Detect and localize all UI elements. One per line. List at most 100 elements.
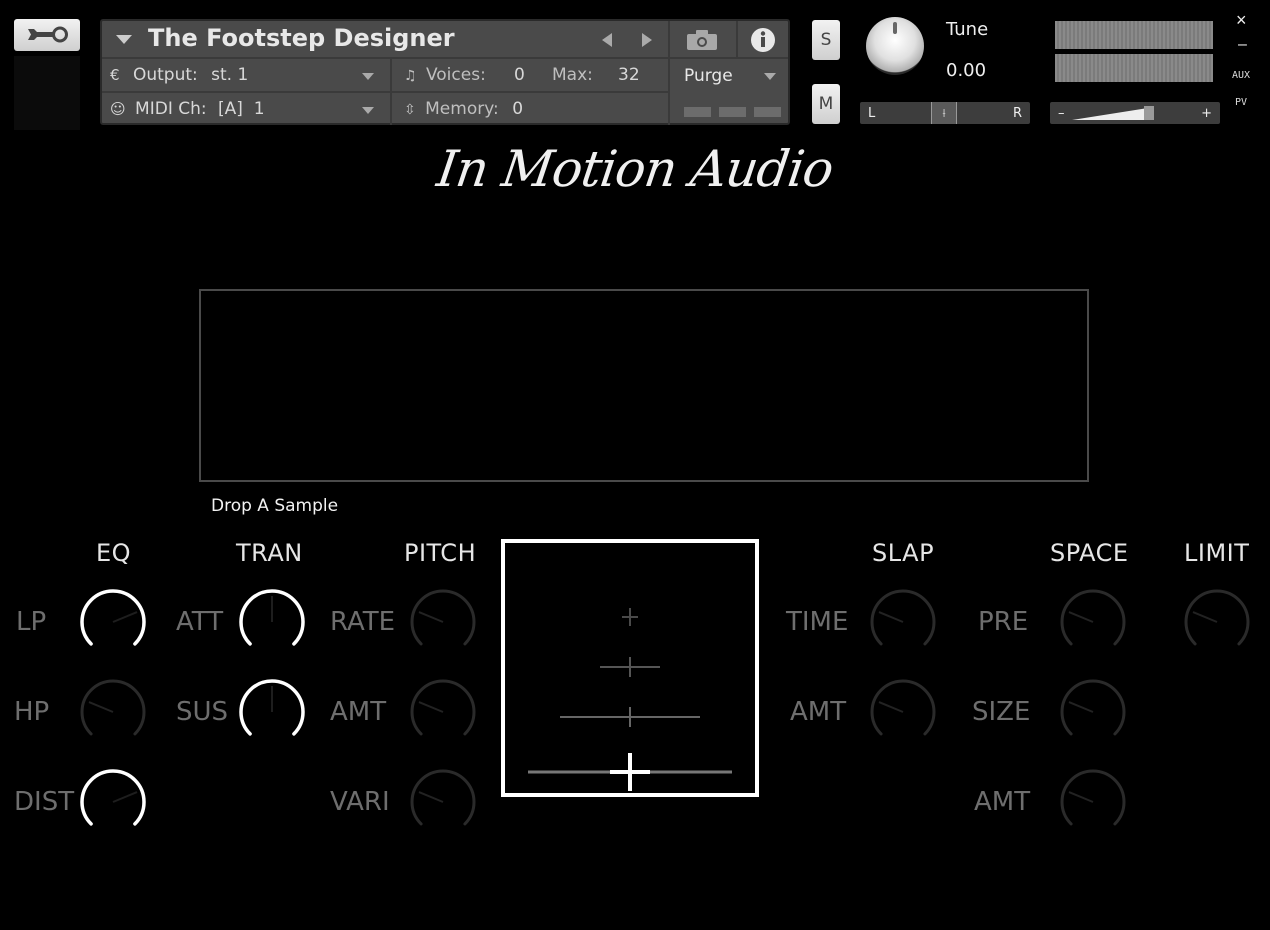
pv-button[interactable]: PV: [1235, 97, 1247, 108]
purge-menu[interactable]: Purge: [684, 66, 733, 86]
knob-arc: [1060, 769, 1126, 826]
knob-label-eq-lp: LP: [16, 607, 47, 637]
slap-time-knob[interactable]: [869, 588, 937, 656]
pitch-vari-knob[interactable]: [409, 768, 477, 836]
knob-label-space-amt: AMT: [974, 787, 1031, 817]
cpu-meter-segment: [684, 107, 711, 117]
knob-label-eq-hp: HP: [14, 697, 50, 727]
volume-plus-label: +: [1201, 105, 1212, 121]
volume-slider[interactable]: – +: [1050, 102, 1220, 124]
voices-value: 0: [514, 65, 525, 85]
knob-arc: [870, 679, 936, 736]
eq-hp-knob[interactable]: [79, 678, 147, 746]
midi-dropdown-icon[interactable]: [362, 107, 374, 114]
tune-knob[interactable]: [866, 17, 924, 75]
knob-pointer: [1068, 611, 1094, 623]
knob-pointer: [418, 701, 444, 713]
cpu-meter: [684, 107, 784, 117]
xy-pad-graphic: [528, 608, 732, 791]
instrument-name[interactable]: The Footstep Designer: [148, 24, 455, 52]
purge-dropdown-icon[interactable]: [764, 73, 776, 80]
xy-pad[interactable]: [501, 539, 759, 797]
max-voices-value[interactable]: 32: [618, 65, 640, 85]
midi-icon: ☺: [110, 100, 126, 118]
eq-dist-knob[interactable]: [79, 768, 147, 836]
brand-logo: In Motion Audio: [433, 140, 837, 198]
knob-arc: [410, 679, 476, 736]
knob-label-space-size: SIZE: [972, 697, 1031, 727]
close-button[interactable]: ×: [1236, 10, 1247, 31]
space-size-knob[interactable]: [1059, 678, 1127, 746]
level-meter-right: [1055, 54, 1213, 82]
knob-pointer: [1068, 701, 1094, 713]
prev-instrument-icon[interactable]: [602, 33, 612, 47]
knob-arc: [410, 769, 476, 826]
divider: [736, 21, 738, 57]
knob-arc: [1060, 589, 1126, 646]
divider: [668, 21, 670, 125]
next-instrument-icon[interactable]: [642, 33, 652, 47]
tune-label: Tune: [946, 19, 989, 40]
knob-label-tran-att: ATT: [176, 607, 224, 637]
section-title-limit: LIMIT: [1184, 539, 1250, 567]
eq-lp-knob[interactable]: [79, 588, 147, 656]
info-icon[interactable]: [750, 27, 776, 53]
knob-pointer: [418, 791, 444, 803]
knob-label-pitch-amt: AMT: [330, 697, 387, 727]
knob-pointer: [88, 701, 114, 713]
midi-value: [A] 1: [218, 99, 265, 119]
section-title-pitch: PITCH: [404, 539, 477, 567]
section-title-space: SPACE: [1050, 539, 1129, 567]
voices-label: Voices:: [425, 65, 486, 85]
section-title-slap: SLAP: [872, 539, 935, 567]
aux-button[interactable]: AUX: [1232, 70, 1250, 81]
mute-button[interactable]: M: [812, 84, 840, 124]
space-pre-knob[interactable]: [1059, 588, 1127, 656]
wrench-button[interactable]: [14, 19, 80, 51]
camera-icon[interactable]: [686, 29, 718, 51]
instrument-header: The Footstep Designer € Output: st. 1 ♫ …: [100, 19, 790, 125]
pitch-rate-knob[interactable]: [409, 588, 477, 656]
knob-arc: [80, 769, 146, 826]
midi-label: MIDI Ch:: [135, 99, 207, 119]
tran-sus-knob[interactable]: [238, 678, 306, 746]
pan-right-label: R: [1012, 105, 1022, 121]
knob-pointer: [1192, 611, 1218, 623]
output-selector[interactable]: € Output: st. 1: [110, 65, 248, 85]
knob-label-pitch-vari: VARI: [330, 787, 390, 817]
divider: [102, 57, 788, 59]
slap-amt-knob[interactable]: [869, 678, 937, 746]
sample-drop-zone[interactable]: [199, 289, 1089, 482]
knob-arc: [870, 589, 936, 646]
knob-label-eq-dist: DIST: [14, 787, 75, 817]
knob-pointer: [878, 701, 904, 713]
collapse-arrow-icon[interactable]: [116, 35, 132, 44]
knob-arc: [410, 589, 476, 646]
output-dropdown-icon[interactable]: [362, 73, 374, 80]
memory-icon: ⇳: [404, 102, 416, 118]
pan-handle[interactable]: ⟊: [931, 102, 958, 124]
pan-slider[interactable]: L ⟊ R: [860, 102, 1030, 124]
memory-value: 0: [512, 99, 524, 119]
minimize-button[interactable]: –: [1238, 36, 1247, 54]
pan-center-icon: ⟊: [942, 105, 946, 120]
midi-channel-selector[interactable]: ☺ MIDI Ch: [A] 1: [110, 99, 265, 119]
section-title-eq: EQ: [96, 539, 132, 567]
output-value: st. 1: [211, 65, 249, 85]
tune-value[interactable]: 0.00: [946, 60, 986, 81]
tran-att-knob[interactable]: [238, 588, 306, 656]
knob-pointer: [112, 791, 138, 803]
memory-label: Memory:: [425, 99, 499, 119]
voices-display: ♫ Voices:: [404, 65, 486, 85]
knob-arc: [80, 589, 146, 646]
limit-knob[interactable]: [1183, 588, 1251, 656]
level-meter-left: [1055, 21, 1213, 49]
knob-pointer: [112, 611, 138, 623]
knob-label-tran-sus: SUS: [176, 697, 229, 727]
space-amt-knob[interactable]: [1059, 768, 1127, 836]
solo-button[interactable]: S: [812, 20, 840, 60]
pitch-amt-knob[interactable]: [409, 678, 477, 746]
knob-label-slap-amt: AMT: [790, 697, 847, 727]
voices-icon: ♫: [404, 68, 417, 84]
knob-arc: [1060, 679, 1126, 736]
